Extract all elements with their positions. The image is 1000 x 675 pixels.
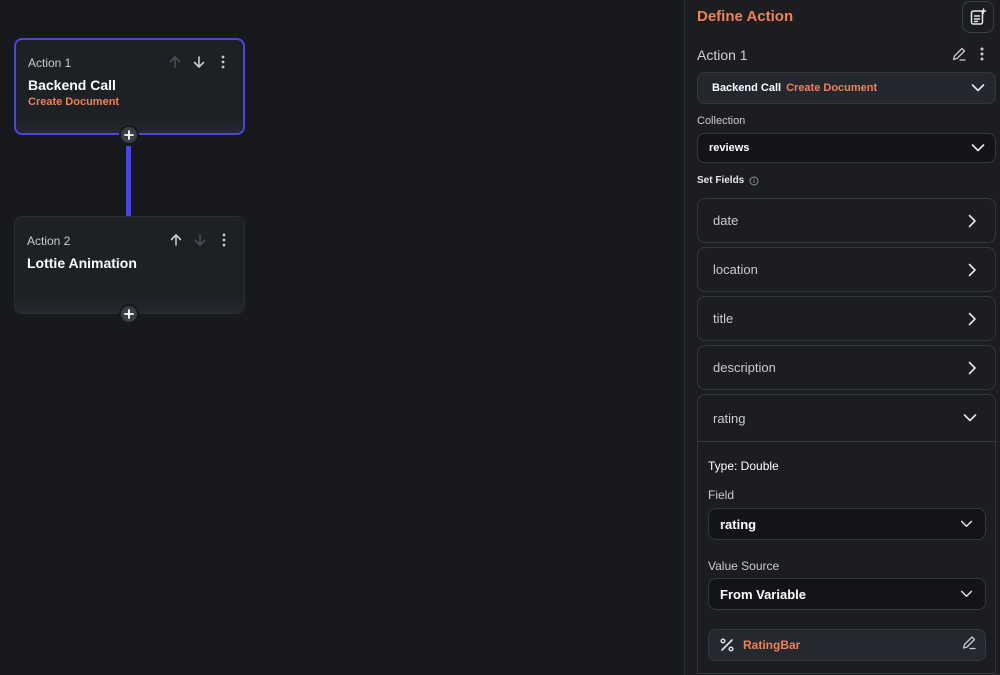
add-action-button[interactable] bbox=[119, 125, 139, 145]
field-row-date[interactable]: date bbox=[697, 198, 996, 243]
define-action-panel: Define Action Action 1 Backend Call Crea… bbox=[684, 0, 1000, 675]
action-card-subtitle: Create Document bbox=[28, 96, 120, 108]
variable-name: RatingBar bbox=[743, 638, 801, 652]
chevron-down-icon bbox=[971, 84, 985, 92]
collection-value: reviews bbox=[709, 142, 750, 154]
more-vertical-icon[interactable] bbox=[979, 46, 985, 67]
value-source-label: Value Source bbox=[708, 559, 780, 573]
edit-icon[interactable] bbox=[951, 46, 967, 67]
plus-icon bbox=[124, 309, 134, 319]
set-fields-header: Set Fields bbox=[697, 175, 759, 186]
field-name: description bbox=[713, 360, 776, 375]
chevron-down-icon bbox=[960, 590, 973, 597]
chevron-right-icon bbox=[968, 361, 976, 374]
edit-icon[interactable] bbox=[961, 635, 977, 656]
action-card-controls bbox=[168, 232, 232, 248]
set-fields-label: Set Fields bbox=[697, 175, 745, 186]
document-add-icon bbox=[970, 8, 987, 25]
field-name: date bbox=[713, 213, 739, 228]
collection-label: Collection bbox=[697, 115, 746, 127]
value-source-value: From Variable bbox=[720, 586, 806, 602]
action-card-2[interactable]: Action 2 Lottie Animation bbox=[14, 216, 245, 314]
variable-icon bbox=[719, 637, 735, 653]
field-name: title bbox=[713, 311, 734, 326]
field-select[interactable]: rating bbox=[708, 508, 986, 540]
chevron-down-icon bbox=[963, 414, 977, 422]
chevron-down-icon bbox=[960, 520, 973, 527]
field-row-rating-header[interactable]: rating bbox=[698, 395, 995, 442]
field-name: location bbox=[713, 262, 758, 277]
more-vertical-icon[interactable] bbox=[216, 232, 232, 248]
action-card-label: Action 1 bbox=[28, 56, 72, 70]
arrow-up-icon[interactable] bbox=[168, 232, 184, 248]
field-row-title[interactable]: title bbox=[697, 296, 996, 341]
action-connector bbox=[126, 146, 131, 216]
more-vertical-icon[interactable] bbox=[215, 54, 231, 70]
action-card-label: Action 2 bbox=[27, 234, 71, 248]
chevron-right-icon bbox=[968, 263, 976, 276]
action-name: Action 1 bbox=[697, 47, 748, 63]
arrow-up-icon[interactable] bbox=[167, 54, 183, 70]
field-name: rating bbox=[713, 410, 746, 426]
arrow-down-icon[interactable] bbox=[191, 54, 207, 70]
action-type-secondary: Create Document bbox=[786, 82, 878, 94]
field-label: Field bbox=[708, 488, 735, 502]
arrow-down-icon[interactable] bbox=[192, 232, 208, 248]
action-card-1[interactable]: Action 1 Backend Call Create Document bbox=[14, 38, 245, 135]
value-source-select[interactable]: From Variable bbox=[708, 578, 986, 610]
chevron-right-icon bbox=[968, 214, 976, 227]
field-select-value: rating bbox=[720, 516, 757, 532]
panel-title: Define Action bbox=[697, 8, 794, 25]
action-type-select[interactable]: Backend Call Create Document bbox=[697, 72, 996, 104]
field-row-rating-expanded: rating Type: Double Field rating Value S… bbox=[697, 394, 996, 674]
action-type-primary: Backend Call bbox=[712, 82, 782, 94]
action-card-title: Backend Call bbox=[28, 77, 116, 93]
variable-row[interactable]: RatingBar bbox=[708, 629, 986, 661]
action-card-controls bbox=[167, 54, 231, 70]
field-row-description[interactable]: description bbox=[697, 345, 996, 390]
action-card-title: Lottie Animation bbox=[27, 255, 137, 271]
chevron-right-icon bbox=[968, 312, 976, 325]
collection-select[interactable]: reviews bbox=[697, 133, 996, 163]
field-row-location[interactable]: location bbox=[697, 247, 996, 292]
field-type-text: Type: Double bbox=[708, 459, 779, 473]
plus-icon bbox=[124, 130, 134, 140]
chevron-down-icon bbox=[971, 144, 985, 152]
add-document-button[interactable] bbox=[962, 1, 994, 33]
action-canvas: Action 1 Backend Call Create Document Ac… bbox=[0, 0, 684, 675]
info-icon[interactable] bbox=[749, 176, 759, 186]
add-action-button[interactable] bbox=[119, 304, 139, 324]
